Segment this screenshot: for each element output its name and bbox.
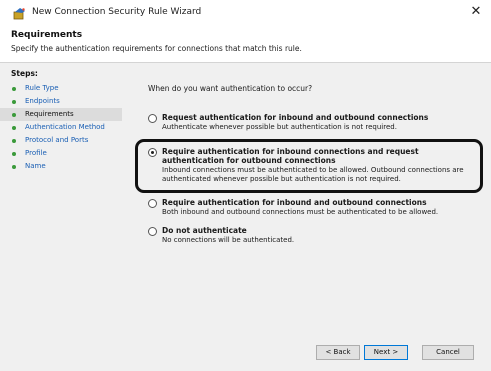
radio-require-inbound-outbound[interactable] — [148, 199, 157, 208]
step-label: Authentication Method — [25, 123, 105, 131]
content-panel: When do you want authentication to occur… — [130, 63, 491, 371]
step-profile[interactable]: Profile — [0, 147, 122, 160]
wizard-body: Steps: Rule Type Endpoints Requirements … — [0, 63, 491, 371]
step-protocol-and-ports[interactable]: Protocol and Ports — [0, 134, 122, 147]
next-button[interactable]: Next > — [364, 345, 408, 360]
wizard-icon — [13, 8, 25, 20]
step-name[interactable]: Name — [0, 160, 122, 173]
steps-heading: Steps: — [11, 69, 38, 78]
page-title: Requirements — [11, 30, 83, 40]
step-label: Name — [25, 162, 46, 170]
step-rule-type[interactable]: Rule Type — [0, 82, 122, 95]
option-label: Require authentication for inbound and o… — [162, 198, 427, 207]
step-bullet-icon — [12, 152, 16, 156]
step-label: Endpoints — [25, 97, 60, 105]
page-header: Requirements Specify the authentication … — [0, 26, 491, 62]
radio-do-not-authenticate[interactable] — [148, 227, 157, 236]
close-button[interactable]: ✕ — [467, 3, 485, 21]
title-bar: New Connection Security Rule Wizard ✕ — [0, 0, 491, 26]
step-bullet-icon — [12, 165, 16, 169]
cancel-button[interactable]: Cancel — [422, 345, 474, 360]
step-label: Rule Type — [25, 84, 59, 92]
step-bullet-icon — [12, 100, 16, 104]
step-label: Protocol and Ports — [25, 136, 89, 144]
step-bullet-icon — [12, 87, 16, 91]
step-bullet-icon — [12, 139, 16, 143]
option-label: Do not authenticate — [162, 226, 247, 235]
option-description: Both inbound and outbound connections mu… — [162, 208, 439, 216]
step-bullet-icon — [12, 126, 16, 130]
radio-request-auth[interactable] — [148, 114, 157, 123]
step-bullet-icon — [12, 113, 16, 117]
option-description: No connections will be authenticated. — [162, 236, 295, 244]
step-label: Requirements — [25, 110, 74, 118]
step-label: Profile — [25, 149, 47, 157]
option-description: Authenticate whenever possible but authe… — [162, 123, 397, 131]
step-authentication-method[interactable]: Authentication Method — [0, 121, 122, 134]
option-label: Request authentication for inbound and o… — [162, 113, 429, 122]
back-button[interactable]: < Back — [316, 345, 360, 360]
steps-list: Rule Type Endpoints Requirements Authent… — [0, 82, 122, 173]
page-subtitle: Specify the authentication requirements … — [11, 44, 302, 53]
window-title: New Connection Security Rule Wizard — [32, 7, 202, 17]
step-requirements[interactable]: Requirements — [0, 108, 122, 121]
question-label: When do you want authentication to occur… — [148, 84, 313, 93]
step-endpoints[interactable]: Endpoints — [0, 95, 122, 108]
highlight-outline — [135, 139, 483, 193]
